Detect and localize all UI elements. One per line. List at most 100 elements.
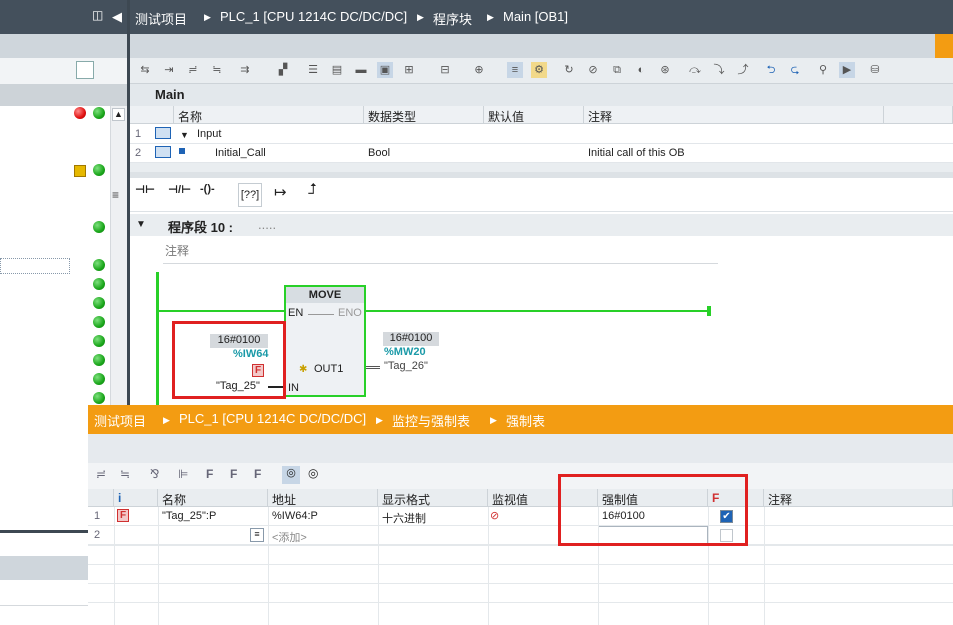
- network-comment[interactable]: 注释: [163, 238, 718, 264]
- insert-network-icon[interactable]: ⇆: [137, 62, 153, 78]
- add-new-placeholder[interactable]: <添加>: [272, 529, 307, 545]
- breadcrumb-project[interactable]: 测试项目: [135, 9, 187, 28]
- rung-wire-in: [156, 310, 284, 312]
- add-row-icon[interactable]: ≒: [120, 467, 130, 481]
- breadcrumb-block[interactable]: Main [OB1]: [503, 9, 568, 24]
- absolute-address-icon[interactable]: ≡: [507, 62, 523, 78]
- move-in-pin[interactable]: IN: [288, 382, 299, 394]
- breadcrumb-folder[interactable]: 程序块: [433, 9, 472, 28]
- empty-box-icon[interactable]: [??]: [238, 183, 262, 207]
- step-icon[interactable]: ⤼: [687, 62, 703, 78]
- interface-col-name[interactable]: 名称: [174, 106, 364, 124]
- monitor-icon[interactable]: ◐: [633, 62, 649, 78]
- breadcrumb-folder[interactable]: 监控与强制表: [392, 411, 470, 430]
- scroll-up-icon[interactable]: ▲: [112, 108, 125, 121]
- next-error-icon[interactable]: ⮎: [787, 62, 803, 78]
- step-into-icon[interactable]: ⤵: [711, 62, 727, 78]
- in-tag[interactable]: "Tag_25": [216, 380, 260, 392]
- tree-scrollbar[interactable]: [110, 106, 127, 406]
- navigate-icon[interactable]: ⊟: [437, 62, 453, 78]
- bookmark-icon[interactable]: ⊞: [401, 62, 417, 78]
- interface-row[interactable]: 2 Initial_Call Bool Initial call of this…: [130, 144, 953, 163]
- grid-line: [114, 507, 115, 625]
- refresh-icon[interactable]: ↻: [561, 62, 577, 78]
- ok-status-icon: [93, 278, 105, 290]
- expand-chevron-icon[interactable]: ▼: [180, 130, 189, 140]
- move-en-pin[interactable]: EN: [288, 307, 303, 319]
- interface-row-name: Input: [197, 128, 222, 140]
- force-col-name[interactable]: 名称: [158, 489, 268, 507]
- insert-row-icon[interactable]: ≓: [96, 467, 106, 481]
- monitor-all-icon[interactable]: ◎: [282, 466, 300, 484]
- window-layout-icon[interactable]: ◫: [92, 8, 103, 22]
- force-table-toolbar: ≓ ≒ ⅋ ⊫ F F F ◎ ◎: [88, 463, 953, 489]
- coil-icon[interactable]: -()-: [200, 183, 215, 195]
- input-param-icon: [155, 146, 171, 158]
- scan-trigger-icon[interactable]: ⊫: [178, 467, 188, 481]
- splitter-grip-icon[interactable]: ≡: [112, 188, 119, 202]
- left-lower-splitter[interactable]: [0, 530, 88, 533]
- breadcrumb-table[interactable]: 强制表: [506, 411, 545, 430]
- table-row[interactable]: 2 ≡ <添加>: [88, 526, 953, 545]
- align-left-icon[interactable]: ☰: [305, 62, 321, 78]
- force-icon[interactable]: F: [230, 467, 237, 481]
- interface-row-comment: Initial call of this OB: [588, 147, 685, 159]
- modify-icon[interactable]: ⅋: [150, 467, 159, 481]
- compare-icon[interactable]: ⧉: [609, 62, 625, 78]
- step-out-icon[interactable]: ⤴: [735, 62, 751, 78]
- bool-bullet-icon: [179, 148, 185, 154]
- cross-reference-icon[interactable]: ⚲: [815, 62, 831, 78]
- nc-contact-icon[interactable]: ⊣/⊢: [168, 183, 191, 196]
- interface-col-comment[interactable]: 注释: [584, 106, 884, 124]
- call-hierarchy-icon[interactable]: ⊛: [657, 62, 673, 78]
- force-all-icon[interactable]: F: [206, 467, 213, 481]
- move-out-pin[interactable]: OUT1: [314, 363, 343, 375]
- out-address[interactable]: %MW20: [384, 346, 426, 358]
- collapse-network-icon[interactable]: ▼: [136, 219, 146, 230]
- no-contact-icon[interactable]: ⊣⊢: [135, 183, 155, 196]
- breadcrumb-project[interactable]: 测试项目: [94, 411, 146, 430]
- add-row-icon[interactable]: ≒: [209, 62, 225, 78]
- interface-col-type[interactable]: 数据类型: [364, 106, 484, 124]
- force-row-address[interactable]: %IW64:P: [272, 510, 318, 522]
- table-view-icon[interactable]: ▤: [329, 62, 345, 78]
- insert-row-icon[interactable]: ≓: [185, 62, 201, 78]
- out-tag[interactable]: "Tag_26": [384, 360, 428, 372]
- tag-picker-icon[interactable]: ≡: [250, 528, 264, 542]
- list-view-icon[interactable]: ▬: [353, 62, 369, 78]
- force-col-info[interactable]: i: [114, 489, 158, 507]
- close-branch-icon[interactable]: ⮥: [308, 181, 317, 198]
- view-toggle-icon[interactable]: [76, 61, 94, 79]
- monitor-once-icon[interactable]: ◎: [308, 466, 318, 480]
- tree-settings-icon[interactable]: [100, 61, 118, 79]
- network-header[interactable]: ▼ 程序段 10 : .....: [130, 214, 953, 236]
- eraser-icon[interactable]: ▞: [275, 62, 291, 78]
- monitoring-icon[interactable]: ▶: [839, 62, 855, 78]
- force-row-name[interactable]: "Tag_25":P: [162, 510, 216, 522]
- monitor-on-icon[interactable]: ⚙: [531, 62, 547, 78]
- force-col-address[interactable]: 地址: [268, 489, 378, 507]
- move-eno-pin[interactable]: ENO: [338, 307, 362, 319]
- details-row: [0, 605, 88, 625]
- breadcrumb-plc[interactable]: PLC_1 [CPU 1214C DC/DC/DC]: [179, 411, 366, 426]
- force-row-format[interactable]: 十六进制: [382, 510, 426, 526]
- open-branch-icon[interactable]: ↦: [274, 183, 287, 201]
- nav-back-icon[interactable]: ◀: [112, 9, 122, 25]
- tree-selected-row[interactable]: [0, 258, 70, 274]
- goto-icon[interactable]: ⊕: [471, 62, 487, 78]
- move-instruction[interactable]: MOVE EN ENO OUT1 ✱ IN: [284, 285, 366, 397]
- breadcrumb-plc[interactable]: PLC_1 [CPU 1214C DC/DC/DC]: [220, 9, 407, 24]
- previous-error-icon[interactable]: ⮌: [763, 62, 779, 78]
- delete-network-icon[interactable]: ⇥: [161, 62, 177, 78]
- interface-row[interactable]: 1 ▼ Input: [130, 125, 953, 144]
- open-all-icon[interactable]: ⇉: [237, 62, 253, 78]
- force-col-comment[interactable]: 注释: [764, 489, 953, 507]
- table-row[interactable]: 1 F "Tag_25":P %IW64:P 十六进制 ⊘ 16#0100 ✔: [88, 507, 953, 526]
- comment-toggle-icon[interactable]: ▣: [377, 62, 393, 78]
- in-address[interactable]: %IW64: [233, 348, 268, 360]
- disconnect-icon[interactable]: ⊘: [585, 62, 601, 78]
- stop-force-icon[interactable]: F: [254, 467, 261, 481]
- database-icon[interactable]: ⛁: [867, 62, 883, 78]
- interface-col-default[interactable]: 默认值: [484, 106, 584, 124]
- force-col-format[interactable]: 显示格式: [378, 489, 488, 507]
